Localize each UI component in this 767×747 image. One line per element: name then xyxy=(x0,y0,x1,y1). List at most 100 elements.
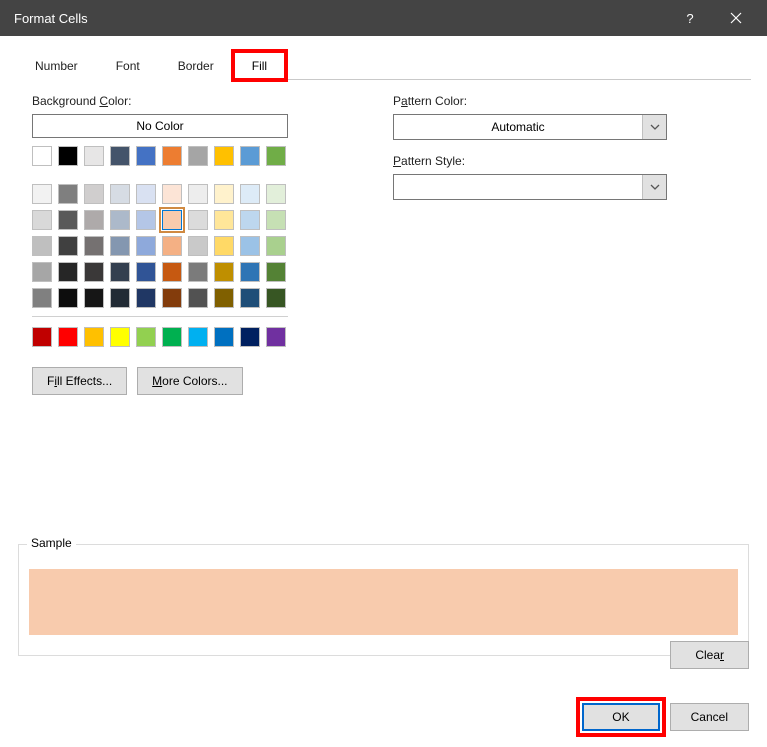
pattern-color-combo[interactable]: Automatic xyxy=(393,114,667,140)
chevron-down-icon xyxy=(642,175,666,199)
color-swatch[interactable] xyxy=(214,146,234,166)
color-swatch[interactable] xyxy=(214,262,234,282)
tab-border[interactable]: Border xyxy=(159,51,233,80)
color-swatch[interactable] xyxy=(84,146,104,166)
color-swatch[interactable] xyxy=(84,184,104,204)
color-swatch[interactable] xyxy=(58,288,78,308)
color-swatch[interactable] xyxy=(32,327,52,347)
color-swatch[interactable] xyxy=(110,146,130,166)
color-swatch[interactable] xyxy=(188,184,208,204)
color-swatch[interactable] xyxy=(266,288,286,308)
color-swatch[interactable] xyxy=(188,327,208,347)
color-swatch[interactable] xyxy=(84,236,104,256)
color-swatch[interactable] xyxy=(110,327,130,347)
color-swatch[interactable] xyxy=(58,327,78,347)
clear-button[interactable]: Clear xyxy=(670,641,749,669)
cancel-button[interactable]: Cancel xyxy=(670,703,749,731)
pattern-style-label: Pattern Style: xyxy=(393,154,735,168)
fill-left-panel: Background Color: No Color Fill Effects.… xyxy=(16,94,361,395)
sample-group: Sample xyxy=(18,544,749,656)
footer-buttons: Clear OK Cancel xyxy=(582,703,749,731)
color-swatch[interactable] xyxy=(162,327,182,347)
color-swatch[interactable] xyxy=(162,236,182,256)
color-swatch[interactable] xyxy=(58,146,78,166)
color-swatch[interactable] xyxy=(84,327,104,347)
color-swatch[interactable] xyxy=(188,262,208,282)
color-swatch[interactable] xyxy=(188,236,208,256)
color-swatch[interactable] xyxy=(162,262,182,282)
color-swatch[interactable] xyxy=(84,262,104,282)
color-swatch[interactable] xyxy=(214,236,234,256)
color-swatch[interactable] xyxy=(188,288,208,308)
format-cells-dialog: Format Cells ? Number Font Border Fill B… xyxy=(0,0,767,747)
tab-fill[interactable]: Fill xyxy=(233,51,286,80)
color-swatch[interactable] xyxy=(110,184,130,204)
color-swatch[interactable] xyxy=(266,146,286,166)
color-swatch[interactable] xyxy=(32,146,52,166)
color-swatch[interactable] xyxy=(58,262,78,282)
color-swatch[interactable] xyxy=(188,210,208,230)
color-swatch[interactable] xyxy=(162,288,182,308)
color-swatch[interactable] xyxy=(214,184,234,204)
color-swatch[interactable] xyxy=(32,262,52,282)
tab-strip: Number Font Border Fill xyxy=(16,50,751,80)
color-swatch[interactable] xyxy=(240,210,260,230)
ok-button[interactable]: OK xyxy=(582,703,659,731)
no-color-button[interactable]: No Color xyxy=(32,114,288,138)
color-swatch[interactable] xyxy=(110,262,130,282)
color-swatch[interactable] xyxy=(58,236,78,256)
color-palette xyxy=(32,146,361,347)
color-swatch[interactable] xyxy=(32,210,52,230)
color-swatch[interactable] xyxy=(32,236,52,256)
color-swatch[interactable] xyxy=(240,146,260,166)
color-swatch[interactable] xyxy=(162,210,182,230)
color-swatch[interactable] xyxy=(84,210,104,230)
color-swatch[interactable] xyxy=(136,146,156,166)
color-swatch[interactable] xyxy=(214,288,234,308)
fill-right-panel: Pattern Color: Automatic Pattern Style: xyxy=(361,94,751,395)
window-title: Format Cells xyxy=(14,11,667,26)
color-swatch[interactable] xyxy=(110,288,130,308)
color-swatch[interactable] xyxy=(136,327,156,347)
color-swatch[interactable] xyxy=(266,236,286,256)
color-swatch[interactable] xyxy=(214,327,234,347)
color-swatch[interactable] xyxy=(58,210,78,230)
chevron-down-icon xyxy=(642,115,666,139)
sample-swatch xyxy=(29,569,738,635)
color-swatch[interactable] xyxy=(214,210,234,230)
close-button[interactable] xyxy=(713,0,759,36)
color-swatch[interactable] xyxy=(162,146,182,166)
color-swatch[interactable] xyxy=(136,184,156,204)
close-icon xyxy=(730,12,742,24)
color-swatch[interactable] xyxy=(110,236,130,256)
dialog-body: Number Font Border Fill Background Color… xyxy=(0,36,767,747)
color-swatch[interactable] xyxy=(266,210,286,230)
color-swatch[interactable] xyxy=(110,210,130,230)
color-swatch[interactable] xyxy=(84,288,104,308)
color-swatch[interactable] xyxy=(266,262,286,282)
color-swatch[interactable] xyxy=(266,184,286,204)
help-button[interactable]: ? xyxy=(667,0,713,36)
color-swatch[interactable] xyxy=(136,210,156,230)
background-color-label: Background Color: xyxy=(32,94,361,108)
color-swatch[interactable] xyxy=(32,288,52,308)
tab-number[interactable]: Number xyxy=(16,51,97,80)
color-swatch[interactable] xyxy=(240,288,260,308)
sample-label: Sample xyxy=(27,536,76,550)
color-swatch[interactable] xyxy=(136,236,156,256)
color-swatch[interactable] xyxy=(136,262,156,282)
color-swatch[interactable] xyxy=(240,327,260,347)
fill-effects-button[interactable]: Fill Effects... xyxy=(32,367,127,395)
pattern-style-combo[interactable] xyxy=(393,174,667,200)
color-swatch[interactable] xyxy=(188,146,208,166)
color-swatch[interactable] xyxy=(240,262,260,282)
tab-font[interactable]: Font xyxy=(97,51,159,80)
color-swatch[interactable] xyxy=(136,288,156,308)
color-swatch[interactable] xyxy=(58,184,78,204)
color-swatch[interactable] xyxy=(240,236,260,256)
color-swatch[interactable] xyxy=(162,184,182,204)
color-swatch[interactable] xyxy=(32,184,52,204)
color-swatch[interactable] xyxy=(240,184,260,204)
more-colors-button[interactable]: More Colors... xyxy=(137,367,242,395)
color-swatch[interactable] xyxy=(266,327,286,347)
